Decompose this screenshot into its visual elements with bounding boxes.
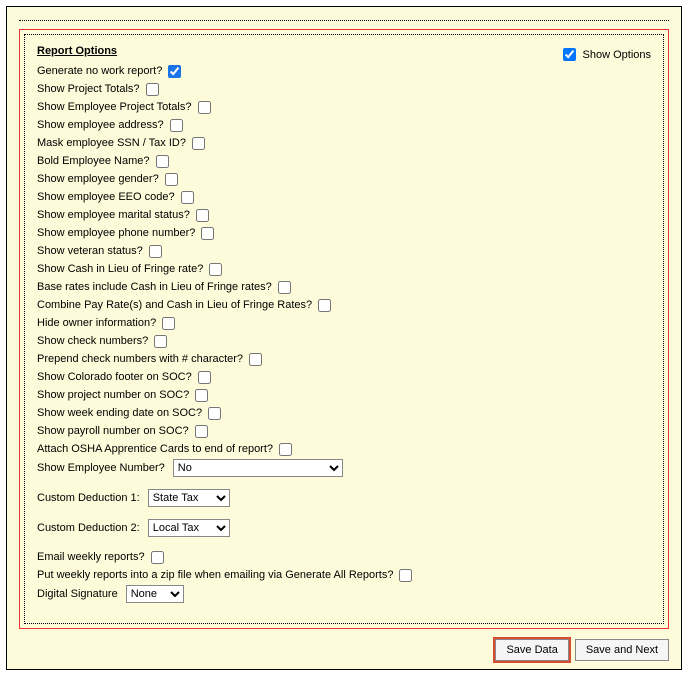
option-checkbox-emp_proj_totals[interactable] xyxy=(198,101,211,114)
email-weekly-row: Email weekly reports? xyxy=(37,549,651,565)
option-label: Show project number on SOC? xyxy=(37,387,189,403)
option-row: Show Employee Project Totals? xyxy=(37,99,651,115)
option-label: Combine Pay Rate(s) and Cash in Lieu of … xyxy=(37,297,312,313)
digital-sig-label: Digital Signature xyxy=(37,586,118,602)
option-label: Show payroll number on SOC? xyxy=(37,423,189,439)
option-label: Show Cash in Lieu of Fringe rate? xyxy=(37,261,203,277)
custom-ded-1-select[interactable]: State TaxLocal TaxNone xyxy=(148,489,230,507)
option-checkbox-mask_ssn[interactable] xyxy=(192,137,205,150)
option-label: Show check numbers? xyxy=(37,333,148,349)
option-checkbox-emp_address[interactable] xyxy=(170,119,183,132)
option-row: Show Cash in Lieu of Fringe rate? xyxy=(37,261,651,277)
option-row: Show payroll number on SOC? xyxy=(37,423,651,439)
option-checkbox-prepend_check[interactable] xyxy=(249,353,262,366)
option-row: Show employee marital status? xyxy=(37,207,651,223)
show-options-checkbox[interactable] xyxy=(563,48,576,61)
zip-weekly-checkbox[interactable] xyxy=(399,569,412,582)
option-row: Show employee EEO code? xyxy=(37,189,651,205)
email-weekly-label: Email weekly reports? xyxy=(37,549,145,565)
option-label: Prepend check numbers with # character? xyxy=(37,351,243,367)
option-label: Hide owner information? xyxy=(37,315,156,331)
show-emp-num-label: Show Employee Number? xyxy=(37,460,165,476)
option-checkbox-emp_marital[interactable] xyxy=(196,209,209,222)
option-row: Show project number on SOC? xyxy=(37,387,651,403)
section-title: Report Options xyxy=(37,45,117,57)
button-row: Save Data Save and Next xyxy=(495,639,669,661)
option-row: Show check numbers? xyxy=(37,333,651,349)
zip-weekly-label: Put weekly reports into a zip file when … xyxy=(37,567,393,583)
show-emp-num-row: Show Employee Number? NoYes xyxy=(37,459,651,477)
email-weekly-checkbox[interactable] xyxy=(151,551,164,564)
option-checkbox-cash_lieu_rate[interactable] xyxy=(209,263,222,276)
digital-sig-select[interactable]: None xyxy=(126,585,184,603)
option-label: Show employee phone number? xyxy=(37,225,195,241)
option-label: Base rates include Cash in Lieu of Fring… xyxy=(37,279,272,295)
digital-sig-row: Digital Signature None xyxy=(37,585,651,603)
custom-ded-2-row: Custom Deduction 2: State TaxLocal TaxNo… xyxy=(37,519,651,537)
custom-ded-2-select[interactable]: State TaxLocal TaxNone xyxy=(148,519,230,537)
option-label: Generate no work report? xyxy=(37,63,162,79)
option-row: Show week ending date on SOC? xyxy=(37,405,651,421)
option-checkbox-base_rates_cilf[interactable] xyxy=(278,281,291,294)
zip-weekly-row: Put weekly reports into a zip file when … xyxy=(37,567,651,583)
option-row: Prepend check numbers with # character? xyxy=(37,351,651,367)
option-checkbox-check_numbers[interactable] xyxy=(154,335,167,348)
option-row: Show veteran status? xyxy=(37,243,651,259)
option-checkbox-hide_owner[interactable] xyxy=(162,317,175,330)
option-checkbox-payroll_num_soc[interactable] xyxy=(195,425,208,438)
custom-ded-2-label: Custom Deduction 2: xyxy=(37,520,140,536)
option-label: Mask employee SSN / Tax ID? xyxy=(37,135,186,151)
option-row: Show Project Totals? xyxy=(37,81,651,97)
option-label: Show Employee Project Totals? xyxy=(37,99,192,115)
option-checkbox-veteran[interactable] xyxy=(149,245,162,258)
option-checkbox-bold_emp_name[interactable] xyxy=(156,155,169,168)
option-checkbox-emp_eeo[interactable] xyxy=(181,191,194,204)
option-checkbox-proj_num_soc[interactable] xyxy=(195,389,208,402)
option-row: Hide owner information? xyxy=(37,315,651,331)
custom-ded-1-label: Custom Deduction 1: xyxy=(37,490,140,506)
show-options-toggle: Show Options xyxy=(559,45,651,64)
save-next-button[interactable]: Save and Next xyxy=(575,639,669,661)
option-row: Show Colorado footer on SOC? xyxy=(37,369,651,385)
report-options-panel: Show Options Report Options Generate no … xyxy=(24,34,664,624)
option-list: Generate no work report? Show Project Tot… xyxy=(37,63,651,457)
option-label: Show employee EEO code? xyxy=(37,189,175,205)
option-label: Show Project Totals? xyxy=(37,81,140,97)
option-row: Attach OSHA Apprentice Cards to end of r… xyxy=(37,441,651,457)
option-label: Show employee address? xyxy=(37,117,164,133)
option-checkbox-attach_osha[interactable] xyxy=(279,443,292,456)
save-data-button[interactable]: Save Data xyxy=(495,639,568,661)
option-checkbox-co_footer_soc[interactable] xyxy=(198,371,211,384)
option-checkbox-combine_pay_rates[interactable] xyxy=(318,299,331,312)
show-emp-num-select[interactable]: NoYes xyxy=(173,459,343,477)
option-label: Show week ending date on SOC? xyxy=(37,405,202,421)
highlighted-section: Show Options Report Options Generate no … xyxy=(19,29,669,629)
option-checkbox-emp_gender[interactable] xyxy=(165,173,178,186)
option-row: Mask employee SSN / Tax ID? xyxy=(37,135,651,151)
option-row: Base rates include Cash in Lieu of Fring… xyxy=(37,279,651,295)
option-row: Show employee address? xyxy=(37,117,651,133)
option-label: Show Colorado footer on SOC? xyxy=(37,369,192,385)
config-panel: Show Options Report Options Generate no … xyxy=(6,6,682,670)
option-label: Bold Employee Name? xyxy=(37,153,150,169)
option-checkbox-emp_phone[interactable] xyxy=(201,227,214,240)
separator-top xyxy=(19,17,669,21)
option-row: Generate no work report? xyxy=(37,63,651,79)
option-checkbox-proj_totals[interactable] xyxy=(146,83,159,96)
option-label: Show employee gender? xyxy=(37,171,159,187)
option-checkbox-week_ending_soc[interactable] xyxy=(208,407,221,420)
option-row: Show employee gender? xyxy=(37,171,651,187)
show-options-label: Show Options xyxy=(583,49,651,61)
option-row: Show employee phone number? xyxy=(37,225,651,241)
option-row: Combine Pay Rate(s) and Cash in Lieu of … xyxy=(37,297,651,313)
custom-ded-1-row: Custom Deduction 1: State TaxLocal TaxNo… xyxy=(37,489,651,507)
option-label: Attach OSHA Apprentice Cards to end of r… xyxy=(37,441,273,457)
option-checkbox-gen_no_work[interactable] xyxy=(168,65,181,78)
option-label: Show employee marital status? xyxy=(37,207,190,223)
option-row: Bold Employee Name? xyxy=(37,153,651,169)
option-label: Show veteran status? xyxy=(37,243,143,259)
